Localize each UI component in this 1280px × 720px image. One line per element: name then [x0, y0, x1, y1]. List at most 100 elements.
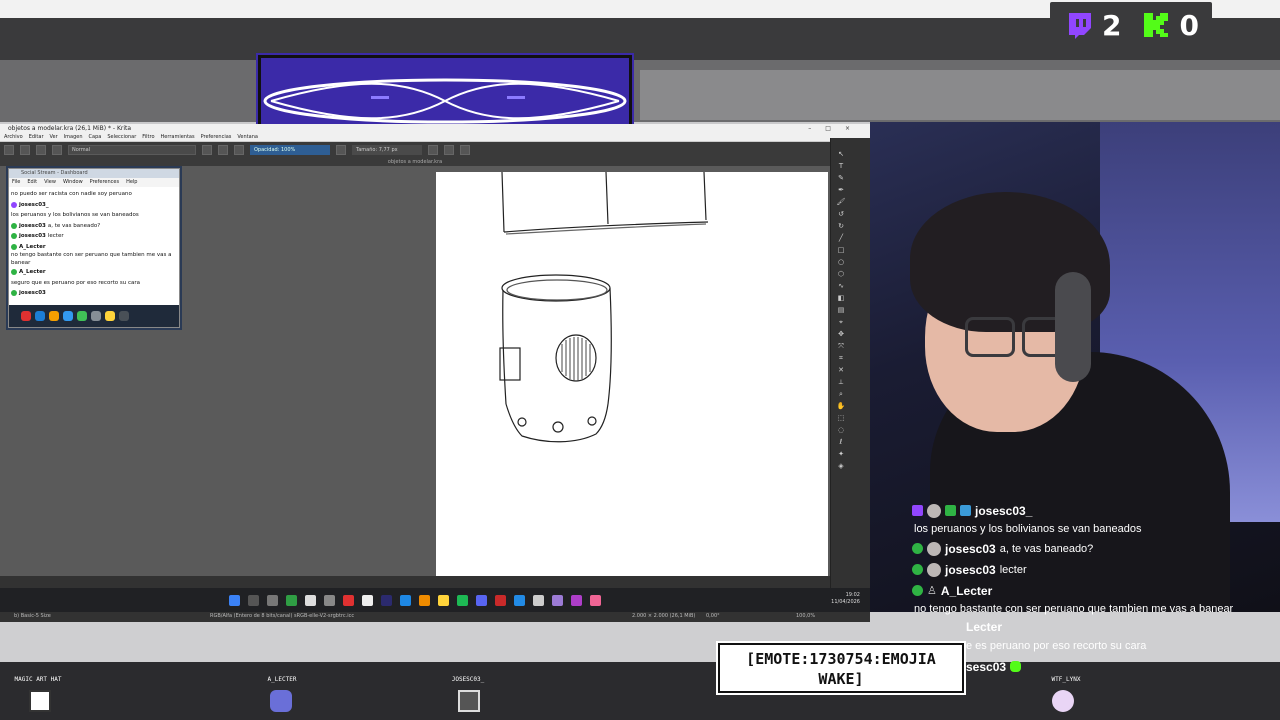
settings-icon[interactable]: [533, 594, 544, 606]
chat-username: josesc03_: [975, 503, 1033, 518]
obs-icon[interactable]: [324, 594, 335, 606]
lasso-select-icon[interactable]: ℓ: [833, 438, 849, 446]
filter-icon[interactable]: [63, 311, 73, 321]
kick-badge-icon: [912, 543, 923, 554]
mirror-vertical-icon[interactable]: [444, 145, 454, 155]
chat-message: josesc03 lecter: [912, 559, 1252, 580]
blender-icon[interactable]: [419, 594, 430, 606]
menu-ventana[interactable]: Ventana: [237, 133, 258, 141]
notion-icon[interactable]: [362, 594, 373, 606]
krita-toolbox: ↖ T ✎ ✒ 🖌 ↺ ↻ ╱ □ ○ ⬡ ∿ ◧ ▤ ⌖ ✥ ⤧ ⌗ ✕ ⟂: [830, 138, 870, 592]
mirror-horizontal-icon[interactable]: [428, 145, 438, 155]
select-shapes-tool-icon[interactable]: ↖: [833, 150, 849, 158]
similar-select-icon[interactable]: ◈: [833, 462, 849, 470]
ellipse-tool-icon[interactable]: ○: [833, 258, 849, 266]
magic-icon[interactable]: [105, 311, 115, 321]
opacity-slider[interactable]: Opacidad: 100%: [250, 145, 330, 155]
list-item: A_Lecter: [11, 242, 177, 253]
task-view-icon[interactable]: [267, 594, 278, 606]
zoom-tool-icon[interactable]: ⌕: [833, 390, 849, 399]
measure-tool-icon[interactable]: ⟂: [833, 378, 849, 387]
premiere-icon[interactable]: [381, 594, 392, 606]
krita-titlebar: objetos a modelar.kra (26,1 MiB) * - Kri…: [0, 124, 870, 133]
ss-menu-help[interactable]: Help: [126, 178, 137, 187]
color-picker-icon[interactable]: ⌖: [833, 318, 849, 327]
edit-shapes-tool-icon[interactable]: ✎: [833, 174, 849, 182]
collapse-icon[interactable]: [119, 311, 129, 321]
start-button-icon[interactable]: [229, 594, 240, 606]
discord-icon[interactable]: [476, 594, 487, 606]
calligraphy-tool-icon[interactable]: ✒: [833, 186, 849, 194]
xbox-icon[interactable]: [286, 594, 297, 606]
chrome-icon[interactable]: [305, 594, 316, 606]
text-tool-icon[interactable]: T: [833, 162, 849, 170]
pause-icon[interactable]: [21, 311, 31, 321]
blend-mode-select[interactable]: Normal: [68, 145, 196, 155]
ellipse-select-icon[interactable]: ◌: [833, 426, 849, 434]
ss-menu-edit[interactable]: Edit: [27, 178, 37, 187]
assistant-tool-icon[interactable]: ✕: [833, 366, 849, 374]
undo-icon[interactable]: ↺: [833, 210, 849, 218]
rect-select-icon[interactable]: ⬚: [833, 414, 849, 422]
menu-imagen[interactable]: Imagen: [64, 133, 83, 141]
bell-icon[interactable]: [49, 311, 59, 321]
ss-menu-preferences[interactable]: Preferences: [90, 178, 119, 187]
window-controls[interactable]: –□×: [808, 124, 864, 133]
rectangle-tool-icon[interactable]: □: [833, 246, 849, 254]
krita-app-icon[interactable]: [552, 594, 563, 606]
reload-preset-icon[interactable]: [234, 145, 244, 155]
bezier-tool-icon[interactable]: ∿: [833, 282, 849, 290]
move-tool-icon[interactable]: ✥: [833, 330, 849, 338]
taskbar-clock[interactable]: 19:02 11/04/2026: [831, 592, 860, 606]
avatar: [29, 690, 51, 712]
avatar-name: A_LECTER: [267, 676, 297, 683]
menu-archivo[interactable]: Archivo: [4, 133, 23, 141]
ss-menu-window[interactable]: Window: [63, 178, 83, 187]
ss-menu-file[interactable]: File: [12, 178, 20, 187]
chat-icon[interactable]: [35, 311, 45, 321]
pinterest-icon[interactable]: [343, 594, 354, 606]
menu-seleccionar[interactable]: Seleccionar: [107, 133, 136, 141]
preserve-alpha-icon[interactable]: [218, 145, 228, 155]
emoji-icon[interactable]: [77, 311, 87, 321]
folder-icon[interactable]: [438, 594, 449, 606]
magic-wand-icon[interactable]: ✦: [833, 450, 849, 458]
drawing-canvas[interactable]: [436, 172, 828, 576]
open-document-icon[interactable]: [20, 145, 30, 155]
brush-tool-icon[interactable]: 🖌: [833, 198, 849, 206]
menu-capa[interactable]: Capa: [89, 133, 102, 141]
transform-tool-icon[interactable]: ⤧: [833, 342, 849, 351]
menu-preferencias[interactable]: Preferencias: [201, 133, 232, 141]
menu-ver[interactable]: Ver: [50, 133, 58, 141]
wrap-around-icon[interactable]: [460, 145, 470, 155]
browser-icon[interactable]: [590, 594, 601, 606]
redo-icon[interactable]: ↻: [833, 222, 849, 230]
fill-tool-icon[interactable]: ◧: [833, 294, 849, 302]
pan-tool-icon[interactable]: ✋: [833, 402, 849, 410]
chat-username: josesc03: [945, 541, 996, 556]
social-stream-title: Social Stream - Dashboard: [21, 170, 88, 176]
menu-editar[interactable]: Editar: [29, 133, 44, 141]
vscode-icon[interactable]: [514, 594, 525, 606]
spotify-icon[interactable]: [457, 594, 468, 606]
avatar: [927, 503, 941, 518]
new-document-icon[interactable]: [4, 145, 14, 155]
document-tab[interactable]: objetos a modelar.kra: [0, 158, 830, 166]
line-tool-icon[interactable]: ╱: [833, 234, 849, 242]
eraser-icon[interactable]: [202, 145, 212, 155]
gradient-icon[interactable]: [52, 145, 62, 155]
social-stream-icon[interactable]: [571, 594, 582, 606]
menu-herramientas[interactable]: Herramientas: [161, 133, 195, 141]
size-slider[interactable]: Tamaño: 7,77 px: [352, 145, 422, 155]
crop-tool-icon[interactable]: ⌗: [833, 354, 849, 363]
telegram-icon[interactable]: [400, 594, 411, 606]
gear-icon[interactable]: [91, 311, 101, 321]
color-swatch-icon[interactable]: [336, 145, 346, 155]
search-icon[interactable]: [248, 594, 259, 606]
gradient-tool-icon[interactable]: ▤: [833, 306, 849, 314]
ss-menu-view[interactable]: View: [44, 178, 56, 187]
polygon-tool-icon[interactable]: ⬡: [833, 270, 849, 278]
menu-filtro[interactable]: Filtro: [142, 133, 154, 141]
opera-icon[interactable]: [495, 594, 506, 606]
brush-presets-icon[interactable]: [36, 145, 46, 155]
